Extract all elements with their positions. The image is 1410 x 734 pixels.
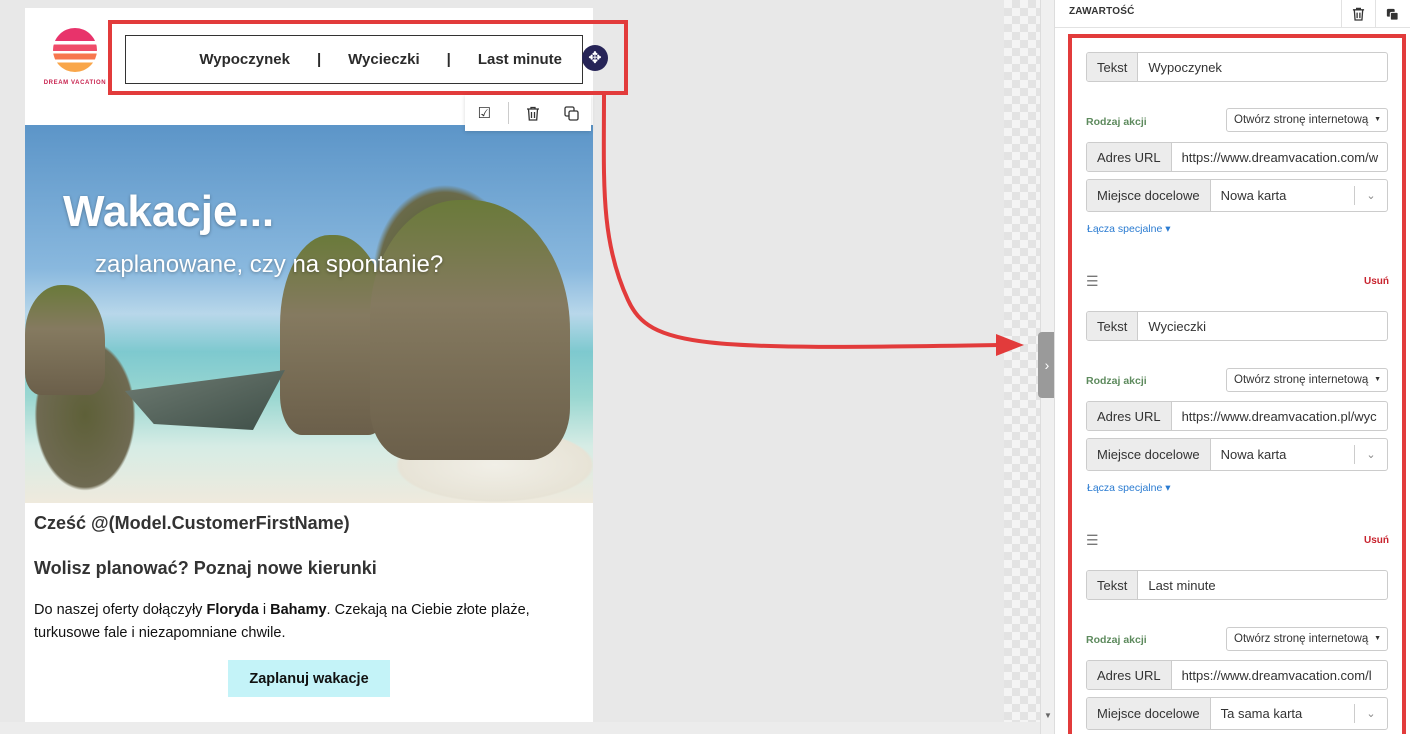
target-select[interactable]: Miejsce docelowe Ta sama karta ⌄ <box>1086 697 1388 730</box>
panel-header: ZAWARTOŚĆ <box>1055 0 1410 28</box>
text-field[interactable]: Tekst Wycieczki <box>1086 311 1388 341</box>
target-value: Ta sama karta <box>1220 706 1303 721</box>
action-type-label: Rodzaj akcji <box>1086 375 1147 387</box>
section-heading: Wolisz planować? Poznaj nowe kierunki <box>34 558 377 578</box>
remove-item-button[interactable]: Usuń <box>1364 535 1389 546</box>
action-type-label: Rodzaj akcji <box>1086 634 1147 646</box>
url-field-label: Adres URL <box>1087 661 1172 689</box>
greeting-text: Cześć @(Model.CustomerFirstName) <box>34 513 350 533</box>
navigation-highlight-box <box>108 20 628 95</box>
text-field-value[interactable]: Last minute <box>1138 571 1387 599</box>
hero-rock <box>25 285 105 395</box>
chevron-down-icon[interactable]: ⌄ <box>1354 186 1387 205</box>
checkbox-icon[interactable]: ☑ <box>469 98 499 128</box>
url-field-value[interactable]: https://www.dreamvacation.pl/wyc <box>1172 402 1387 430</box>
drag-handle-icon[interactable]: ☰ <box>1086 533 1104 547</box>
target-label: Miejsce docelowe <box>1087 439 1211 470</box>
panel-title: ZAWARTOŚĆ <box>1069 6 1135 17</box>
dream-vacation-logo: DREAM VACATION <box>41 28 109 90</box>
url-field-label: Adres URL <box>1087 402 1172 430</box>
url-field[interactable]: Adres URL https://www.dreamvacation.pl/w… <box>1086 401 1388 431</box>
hero-image: Wakacje... zaplanowane, czy na spontanie… <box>25 125 593 503</box>
hero-subtitle: zaplanowane, czy na spontanie? <box>95 251 444 278</box>
url-field[interactable]: Adres URL https://www.dreamvacation.com/… <box>1086 660 1388 690</box>
plan-vacation-button[interactable]: Zaplanuj wakacje <box>228 660 390 697</box>
canvas-transparent-area <box>1004 0 1040 722</box>
target-value: Nowa karta <box>1220 447 1287 462</box>
url-field[interactable]: Adres URL https://www.dreamvacation.com/… <box>1086 142 1388 172</box>
text-field-label: Tekst <box>1087 53 1139 81</box>
text-field[interactable]: Tekst Wypoczynek <box>1086 52 1388 82</box>
trash-icon[interactable] <box>1341 0 1375 28</box>
caret-down-icon: ▼ <box>1374 635 1381 642</box>
hero-title: Wakacje... <box>63 187 275 236</box>
duplicate-icon[interactable] <box>557 98 587 128</box>
action-type-label: Rodzaj akcji <box>1086 116 1147 128</box>
special-links-dropdown[interactable]: Łącza specjalne ▾ <box>1087 482 1171 494</box>
chevron-down-icon[interactable]: ⌄ <box>1354 445 1387 464</box>
url-field-value[interactable]: https://www.dreamvacation.com/w <box>1172 143 1387 171</box>
caret-down-icon: ▼ <box>1374 116 1381 123</box>
special-links-dropdown[interactable]: Łącza specjalne ▾ <box>1087 223 1171 235</box>
move-icon[interactable]: ✥ <box>582 45 608 71</box>
text-field[interactable]: Tekst Last minute <box>1086 570 1388 600</box>
text-field-label: Tekst <box>1087 571 1139 599</box>
target-label: Miejsce docelowe <box>1087 180 1211 211</box>
target-label: Miejsce docelowe <box>1087 698 1211 729</box>
target-select[interactable]: Miejsce docelowe Nowa karta ⌄ <box>1086 438 1388 471</box>
scroll-down-icon[interactable]: ▼ <box>1044 711 1052 720</box>
text-field-label: Tekst <box>1087 312 1139 340</box>
hero-boat <box>125 370 285 430</box>
chevron-down-icon[interactable]: ⌄ <box>1354 704 1387 723</box>
drag-handle-icon[interactable]: ☰ <box>1086 274 1104 288</box>
action-type-select[interactable]: Otwórz stronę internetową ▼ <box>1226 108 1388 132</box>
url-field-label: Adres URL <box>1087 143 1172 171</box>
text-field-value[interactable]: Wycieczki <box>1138 312 1387 340</box>
text-field-value[interactable]: Wypoczynek <box>1138 53 1387 81</box>
caret-down-icon: ▼ <box>1374 376 1381 383</box>
url-field-value[interactable]: https://www.dreamvacation.com/l <box>1172 661 1387 689</box>
action-type-select[interactable]: Otwórz stronę internetową ▼ <box>1226 368 1388 392</box>
block-toolbar: ☑ <box>465 95 591 131</box>
target-value: Nowa karta <box>1220 188 1287 203</box>
target-select[interactable]: Miejsce docelowe Nowa karta ⌄ <box>1086 179 1388 212</box>
remove-item-button[interactable]: Usuń <box>1364 276 1389 287</box>
action-type-value: Otwórz stronę internetową <box>1234 114 1369 126</box>
action-type-select[interactable]: Otwórz stronę internetową ▼ <box>1226 627 1388 651</box>
logo-text: DREAM VACATION <box>43 80 107 86</box>
duplicate-icon[interactable] <box>1375 0 1409 28</box>
logo-sun-icon <box>53 28 97 72</box>
action-type-value: Otwórz stronę internetową <box>1234 633 1369 645</box>
toolbar-divider <box>508 102 510 124</box>
hero-rock <box>370 200 570 460</box>
trash-icon[interactable] <box>518 98 548 128</box>
action-type-value: Otwórz stronę internetową <box>1234 374 1369 386</box>
body-paragraph: Do naszej oferty dołączyły Floryda i Bah… <box>34 602 530 641</box>
horizontal-scrollbar[interactable] <box>0 722 1040 734</box>
